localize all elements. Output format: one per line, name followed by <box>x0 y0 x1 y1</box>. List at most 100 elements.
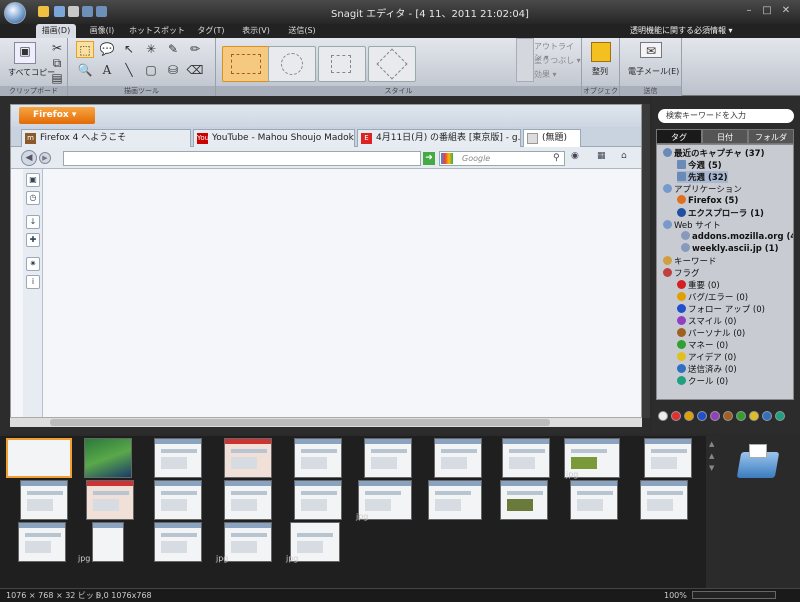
folder-icon[interactable] <box>735 442 781 482</box>
redo-icon[interactable] <box>96 6 107 17</box>
tray-thumbnail[interactable] <box>644 438 692 478</box>
style-ellipse[interactable] <box>268 46 316 82</box>
download-icon[interactable]: ↓ <box>26 215 40 229</box>
info-icon[interactable]: i <box>26 275 40 289</box>
flag-sent-icon[interactable] <box>762 411 772 421</box>
tree-item[interactable]: フォロー アップ (0) <box>677 303 765 315</box>
save-icon[interactable] <box>54 6 65 17</box>
flag-personal-icon[interactable] <box>723 411 733 421</box>
library-search-input[interactable]: 検索キーワードを入力 <box>658 109 794 123</box>
canvas-vertical-scrollbar[interactable] <box>642 104 650 418</box>
tab-image[interactable]: 画像(I) <box>82 24 122 38</box>
tree-item[interactable]: アプリケーション <box>663 183 742 195</box>
tab-date[interactable]: 日付 <box>702 129 748 144</box>
tray-thumbnail[interactable] <box>224 480 272 520</box>
text-icon[interactable]: A <box>98 62 116 79</box>
history-icon[interactable]: ◷ <box>26 191 40 205</box>
tab-tags[interactable]: タグ <box>656 129 702 144</box>
tray-thumbnail[interactable] <box>500 480 548 520</box>
close-button[interactable]: ✕ <box>779 4 793 18</box>
tree-item[interactable]: weekly.ascii.jp (1) <box>681 243 778 254</box>
copy-all-icon[interactable]: ▣ <box>14 42 36 64</box>
tray-thumbnail[interactable] <box>18 522 66 562</box>
tray-thumbnail[interactable] <box>294 438 342 478</box>
style-gallery-scroll[interactable] <box>516 38 534 82</box>
shape-icon[interactable]: ▢ <box>142 62 160 79</box>
open-icon[interactable] <box>38 6 49 17</box>
bookmarks-icon[interactable]: ▦ <box>597 151 613 166</box>
paste-icon[interactable]: ▤ <box>48 70 66 87</box>
tray-thumbnail[interactable] <box>428 480 482 520</box>
undo-icon[interactable] <box>82 6 93 17</box>
tree-item[interactable]: スマイル (0) <box>677 315 737 327</box>
fill-icon[interactable]: ⛁ <box>164 62 182 79</box>
line-icon[interactable]: ╲ <box>120 62 138 79</box>
tree-item[interactable]: 重要 (0) <box>677 279 720 291</box>
style-rect-selected[interactable] <box>222 46 270 82</box>
email-button[interactable]: 電子メール(E) <box>628 66 679 77</box>
selection-icon[interactable]: ⬚ <box>76 41 94 58</box>
tray-thumbnail[interactable] <box>154 438 202 478</box>
browser-tab[interactable]: You YouTube - Mahou Shoujo Madoka... <box>193 129 355 147</box>
google-icon[interactable] <box>441 153 453 164</box>
tab-tag[interactable]: タグ(T) <box>194 24 228 38</box>
arrow-icon[interactable]: ↖ <box>120 41 138 58</box>
help-link[interactable]: 透明機能に関する必須情報 ▾ <box>630 25 733 36</box>
tray-thumbnail[interactable] <box>20 480 68 520</box>
arrange-icon[interactable] <box>591 42 611 62</box>
sidebar-bookmark-icon[interactable]: ▣ <box>26 173 40 187</box>
tray-scrollbar[interactable]: ▲ ▲ ▼ <box>706 436 720 588</box>
tree-item[interactable]: 送信済み (0) <box>677 363 737 375</box>
flag-money-icon[interactable] <box>736 411 746 421</box>
tab-send[interactable]: 送信(S) <box>282 24 322 38</box>
tab-folder[interactable]: フォルダ <box>748 129 794 144</box>
tab-hotspot[interactable]: ホットスポット(H) <box>126 24 188 49</box>
style-polygon[interactable] <box>368 46 416 82</box>
tree-item[interactable]: Web サイト <box>663 219 721 231</box>
tree-item[interactable]: バグ/エラー (0) <box>677 291 748 303</box>
tray-thumbnail[interactable] <box>434 438 482 478</box>
maximize-button[interactable]: □ <box>760 4 774 18</box>
tray-thumbnail[interactable] <box>86 480 134 520</box>
tab-draw[interactable]: 描画(D) <box>36 24 76 38</box>
fill-dropdown[interactable]: 塗りつぶし ▾ <box>534 55 581 66</box>
tray-thumbnail[interactable] <box>154 480 202 520</box>
search-input[interactable]: Google <box>439 151 565 166</box>
tree-item[interactable]: addons.mozilla.org (4) <box>681 231 793 242</box>
flag-bug-icon[interactable] <box>684 411 694 421</box>
eraser-icon[interactable]: ⌫ <box>186 62 204 79</box>
effects-dropdown[interactable]: 効果 ▾ <box>534 69 557 80</box>
email-icon[interactable]: ✉ <box>640 42 662 58</box>
flag-smile-icon[interactable] <box>710 411 720 421</box>
print-icon[interactable] <box>68 6 79 17</box>
url-input[interactable] <box>63 151 421 166</box>
settings-icon[interactable]: ✷ <box>26 257 40 271</box>
zoom-slider[interactable] <box>692 591 776 599</box>
tree-item[interactable]: アイデア (0) <box>677 351 736 363</box>
flag-important-icon[interactable] <box>671 411 681 421</box>
tree-item[interactable]: パーソナル (0) <box>677 327 745 339</box>
highlighter-icon[interactable]: ✏ <box>186 41 204 58</box>
tree-item[interactable]: Firefox (5) <box>677 195 738 206</box>
browser-tab[interactable]: E 4月11日(月) の番組表 [東京版] - g... <box>357 129 521 147</box>
tray-thumbnail[interactable] <box>502 438 550 478</box>
app-menu-button[interactable] <box>4 2 26 24</box>
tray-thumbnail[interactable] <box>224 438 272 478</box>
arrange-button[interactable]: 整列 <box>592 66 608 77</box>
style-freeform[interactable] <box>318 46 366 82</box>
tray-thumbnail[interactable] <box>294 480 342 520</box>
search-icon[interactable]: ⚲ <box>553 153 560 163</box>
go-icon[interactable]: ➜ <box>423 152 435 165</box>
tray-thumbnail[interactable] <box>570 480 618 520</box>
addon-icon[interactable]: ◉ <box>571 151 587 166</box>
tree-item[interactable]: エクスプローラ (1) <box>677 207 764 219</box>
callout-icon[interactable]: 💬 <box>98 41 116 58</box>
canvas-horizontal-scrollbar[interactable] <box>10 417 642 427</box>
browser-tab[interactable]: m Firefox 4 へようこそ <box>21 129 191 147</box>
puzzle-icon[interactable]: ✚ <box>26 233 40 247</box>
tray-thumbnail[interactable] <box>92 522 124 562</box>
tree-item-selected[interactable]: 先週 (32) <box>677 171 728 183</box>
flag-cool-icon[interactable] <box>775 411 785 421</box>
tree-item[interactable]: 最近のキャプチャ (37) <box>663 147 764 159</box>
tree-item[interactable]: フラグ <box>663 267 700 279</box>
